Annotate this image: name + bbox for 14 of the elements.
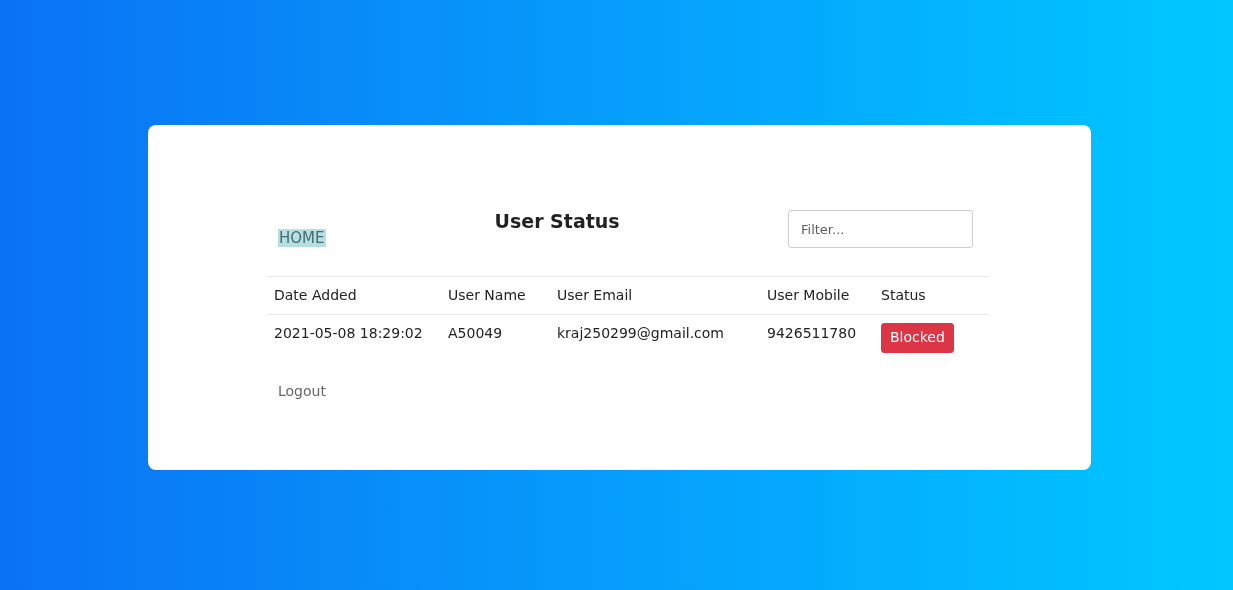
column-header: Status (875, 276, 988, 315)
page-title: User Status (494, 210, 620, 233)
status-button[interactable]: Blocked (881, 323, 954, 353)
table-cell: kraj250299@gmail.com (551, 314, 761, 361)
column-header: Date Added (268, 276, 442, 315)
table-cell: 2021-05-08 18:29:02 (268, 314, 442, 361)
table-cell: A50049 (442, 314, 551, 361)
column-header: User Email (551, 276, 761, 315)
home-link[interactable]: HOME (278, 229, 326, 247)
table-cell: 9426511780 (761, 314, 875, 361)
logout-link[interactable]: Logout (278, 380, 326, 402)
column-header: User Name (442, 276, 551, 315)
column-header: User Mobile (761, 276, 875, 315)
filter-field[interactable]: Filter... (788, 210, 973, 248)
